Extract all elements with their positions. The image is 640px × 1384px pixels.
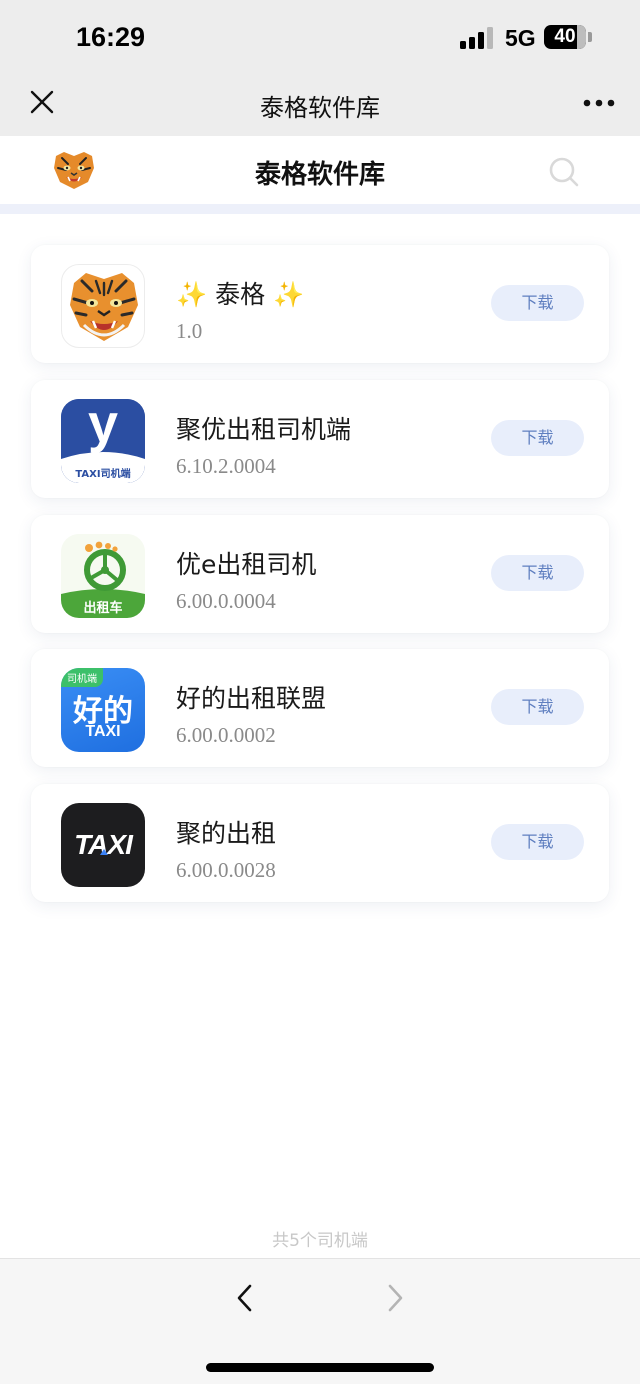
app-name: 优e出租司机 — [176, 550, 317, 579]
more-icon[interactable] — [582, 98, 616, 108]
jude-taxi-app-icon: TAXI — [61, 803, 145, 887]
battery-icon: 40 — [544, 25, 586, 49]
download-button[interactable]: 下载 — [491, 689, 584, 725]
icon-subtitle: TAXI — [85, 723, 121, 740]
page-header: 泰格软件库 — [0, 136, 640, 204]
app-name: ✨ 泰格 ✨ — [176, 280, 305, 309]
download-button[interactable]: 下载 — [491, 420, 584, 456]
signal-icon — [460, 27, 494, 49]
app-version: 1.0 — [176, 319, 203, 343]
download-button[interactable]: 下载 — [491, 824, 584, 860]
youe-taxi-app-icon: 出租车 — [61, 534, 145, 618]
tiger-app-icon — [61, 264, 145, 348]
haode-taxi-app-icon: 司机端 好的 TAXI — [61, 668, 145, 752]
bottom-toolbar — [0, 1258, 640, 1384]
browser-nav-bar: 泰格软件库 — [0, 76, 640, 136]
app-version: 6.00.0.0004 — [176, 589, 276, 613]
app-name: 聚的出租 — [176, 819, 277, 848]
app-name: 聚优出租司机端 — [176, 415, 352, 444]
network-type: 5G — [505, 25, 536, 51]
battery-level: 40 — [554, 26, 576, 47]
nav-title: 泰格软件库 — [260, 94, 380, 122]
app-card[interactable]: ✨ 泰格 ✨ 1.0 下载 — [31, 245, 609, 363]
app-card[interactable]: 司机端 好的 TAXI 好的出租联盟 6.00.0.0002 下载 — [31, 649, 609, 767]
juyou-taxi-app-icon: y TAXI司机端 — [61, 399, 145, 483]
download-button[interactable]: 下载 — [491, 285, 584, 321]
icon-caption: 出租车 — [83, 601, 123, 616]
app-card[interactable]: y TAXI司机端 聚优出租司机端 6.10.2.0004 下载 — [31, 380, 609, 498]
download-button[interactable]: 下载 — [491, 555, 584, 591]
total-count: 共5个司机端 — [272, 1231, 368, 1251]
page-title: 泰格软件库 — [254, 160, 385, 190]
app-card[interactable]: 出租车 优e出租司机 6.00.0.0004 下载 — [31, 515, 609, 633]
status-bar: 16:29 5G 40 — [0, 0, 640, 76]
app-name: 好的出租联盟 — [176, 684, 327, 713]
search-icon[interactable] — [548, 156, 580, 188]
home-indicator — [206, 1363, 434, 1372]
app-card[interactable]: TAXI 聚的出租 6.00.0.0028 下载 — [31, 784, 609, 902]
chevron-left-icon[interactable] — [234, 1283, 256, 1313]
app-version: 6.00.0.0028 — [176, 858, 276, 882]
chevron-right-icon[interactable] — [384, 1283, 406, 1313]
header-divider — [0, 204, 640, 214]
status-time: 16:29 — [76, 22, 146, 52]
icon-badge: 司机端 — [61, 668, 103, 687]
icon-caption: TAXI司机端 — [75, 469, 131, 480]
icon-letter: y — [87, 399, 119, 454]
app-version: 6.10.2.0004 — [176, 454, 276, 478]
app-version: 6.00.0.0002 — [176, 723, 276, 747]
battery-tip — [588, 32, 592, 42]
